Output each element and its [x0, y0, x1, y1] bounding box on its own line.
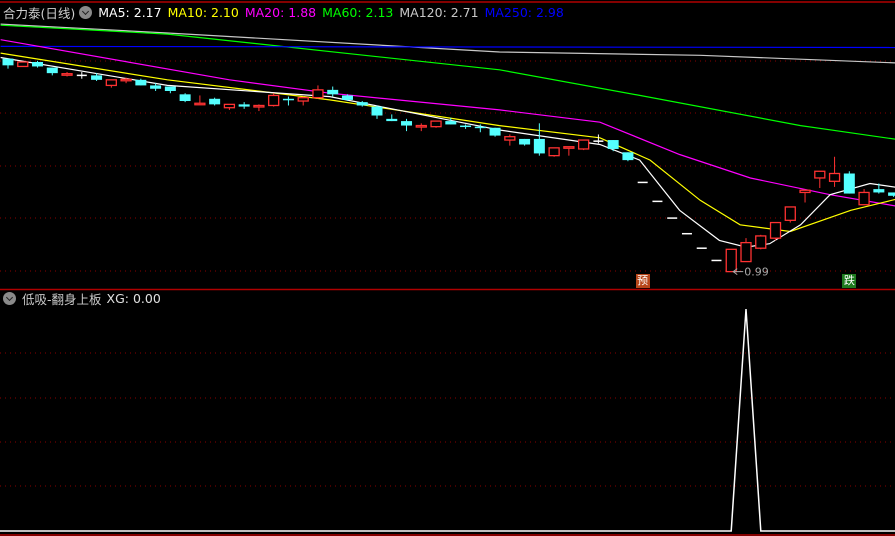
ma-labels: MA5: 2.17 MA10: 2.10 MA20: 1.88 MA60: 2.13 M… — [98, 5, 570, 20]
candle-body-up — [194, 102, 206, 106]
candle-body-down — [2, 58, 14, 66]
ma-line-ma5 — [0, 56, 895, 248]
candle-body-down — [371, 106, 383, 116]
candle-body-up — [312, 89, 324, 99]
candle-body-down — [873, 189, 885, 193]
candle-body-up — [755, 235, 767, 249]
candle-body-down — [282, 98, 294, 101]
chevron-down-icon[interactable] — [3, 291, 16, 305]
candle-body-up — [577, 139, 590, 150]
ma-line-ma120 — [0, 23, 895, 64]
chart-canvas[interactable]: 0.99 — [0, 0, 895, 536]
candle-body-up — [740, 241, 752, 263]
candle-body-down — [135, 79, 147, 86]
candle-body-down — [474, 126, 486, 129]
candle-body-down — [533, 138, 545, 154]
stock-title: 合力泰(日线) — [3, 5, 76, 21]
ma-label: MA20: 1.88 — [244, 4, 317, 20]
candle-body-up — [415, 124, 427, 128]
ma-label: MA250: 2.98 — [484, 4, 564, 20]
candle-body-down — [341, 95, 353, 100]
candle-body-up — [297, 97, 309, 102]
candle-body-up — [105, 79, 117, 87]
candle-body-down — [519, 138, 531, 145]
low-price-label: 0.99 — [744, 266, 769, 279]
candle-body-down — [164, 86, 176, 91]
candle-body-up — [784, 206, 796, 221]
main-chart-legend: 合力泰(日线) MA5: 2.17 MA10: 2.10 MA20: 1.88 MA6… — [3, 4, 576, 21]
fall-signal-marker: 跌 — [842, 274, 857, 288]
candle-body-up — [814, 170, 826, 179]
candle-body-down — [150, 85, 162, 89]
candle-body-down — [622, 152, 634, 161]
candle-body-up — [61, 73, 73, 76]
candle-body-up — [17, 61, 29, 68]
candle-body-down — [238, 104, 250, 107]
candle-body-down — [386, 118, 398, 122]
candle-body-up — [120, 78, 132, 82]
candle-body-down — [91, 75, 103, 80]
indicator-value: XG: 0.00 — [106, 290, 161, 306]
ma-line-ma250 — [0, 45, 895, 49]
candle-body-up — [799, 189, 811, 194]
candle-body-down — [460, 125, 472, 128]
candle-body-up — [253, 104, 265, 108]
candle-body-up — [430, 120, 442, 128]
candle-body-up — [548, 147, 560, 157]
candle-body-down — [401, 121, 413, 126]
pre-signal-marker: 预 — [635, 274, 650, 288]
candle-body-down — [327, 89, 339, 95]
ma-label: MA120: 2.71 — [399, 4, 479, 20]
ma-label: MA60: 2.13 — [322, 4, 394, 20]
candle-body-up — [725, 248, 737, 273]
ma-label: MA5: 2.17 — [98, 4, 162, 20]
indicator-legend: 低吸-翻身上板 XG: 0.00 — [3, 290, 167, 307]
candle-body-down — [607, 140, 619, 149]
candle-body-down — [356, 102, 368, 106]
candle-body-up — [769, 221, 782, 239]
candle-body-down — [46, 67, 58, 74]
candle-body-up — [268, 94, 280, 107]
candle-body-down — [179, 94, 191, 102]
candle-body-down — [843, 173, 855, 194]
candle-body-up — [504, 136, 516, 141]
candle-body-up — [828, 172, 841, 182]
candle-body-up — [223, 103, 236, 109]
candle-body-up — [858, 191, 870, 206]
ma-label: MA10: 2.10 — [167, 4, 239, 20]
candle-body-down — [888, 192, 895, 196]
indicator-name: 低吸-翻身上板 — [22, 291, 102, 307]
chevron-down-icon[interactable] — [79, 5, 93, 19]
candle-body-down — [445, 121, 457, 125]
candle-body-down — [489, 127, 501, 136]
candle-body-down — [32, 61, 44, 67]
xg-signal-line — [0, 308, 895, 532]
candle-body-up — [563, 146, 575, 149]
candle-body-down — [209, 98, 221, 105]
